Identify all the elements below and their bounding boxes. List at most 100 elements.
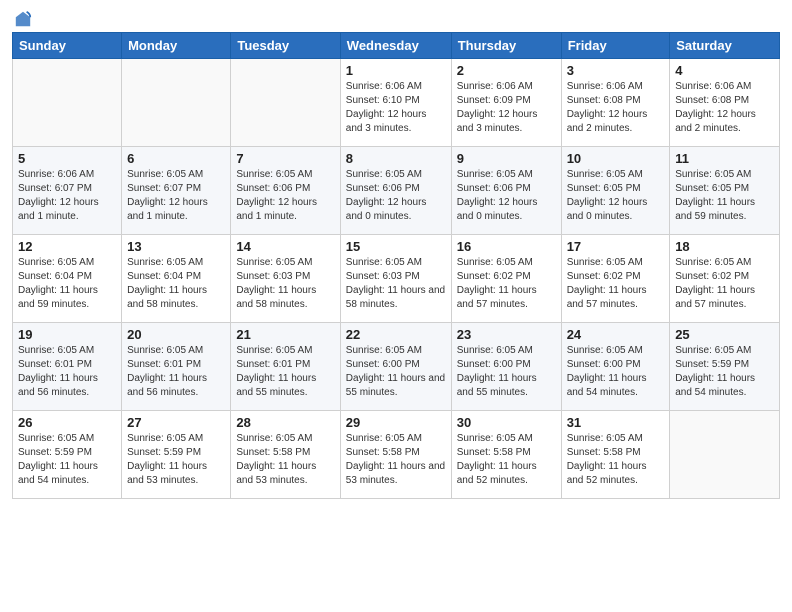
day-number: 28 — [236, 415, 334, 430]
day-info: Sunrise: 6:05 AM Sunset: 5:59 PM Dayligh… — [675, 344, 774, 400]
calendar-cell: 4 Sunrise: 6:06 AM Sunset: 6:08 PM Daylig… — [670, 59, 780, 147]
day-info: Sunrise: 6:05 AM Sunset: 6:06 PM Dayligh… — [346, 168, 446, 224]
logo-icon — [14, 10, 32, 28]
day-info: Sunrise: 6:05 AM Sunset: 6:01 PM Dayligh… — [127, 344, 225, 400]
calendar-cell: 3Sunrise: 6:06 AM Sunset: 6:08 PM Daylig… — [561, 59, 670, 147]
day-info: Sunrise: 6:05 AM Sunset: 6:03 PM Dayligh… — [346, 256, 446, 312]
day-info: Sunrise: 6:05 AM Sunset: 5:59 PM Dayligh… — [18, 432, 116, 488]
weekday-header-monday: Monday — [122, 33, 231, 59]
day-info: Sunrise: 6:05 AM Sunset: 6:00 PM Dayligh… — [346, 344, 446, 400]
day-info: Sunrise: 6:05 AM Sunset: 5:58 PM Dayligh… — [236, 432, 334, 488]
calendar-cell: 7 Sunrise: 6:05 AM Sunset: 6:06 PM Daylig… — [231, 147, 340, 235]
day-info: Sunrise: 6:05 AM Sunset: 6:02 PM Dayligh… — [567, 256, 665, 312]
day-info: Sunrise: 6:05 AM Sunset: 5:58 PM Dayligh… — [567, 432, 665, 488]
calendar-cell — [13, 59, 122, 147]
calendar-cell: 14 Sunrise: 6:05 AM Sunset: 6:03 PM Dayli… — [231, 235, 340, 323]
logo — [12, 10, 32, 24]
calendar-cell: 17Sunrise: 6:05 AM Sunset: 6:02 PM Dayli… — [561, 235, 670, 323]
week-row-1: 1Sunrise: 6:06 AM Sunset: 6:10 PM Daylig… — [13, 59, 780, 147]
calendar-cell: 23 Sunrise: 6:05 AM Sunset: 6:00 PM Dayli… — [451, 323, 561, 411]
calendar-cell: 25Sunrise: 6:05 AM Sunset: 5:59 PM Dayli… — [670, 323, 780, 411]
calendar-cell: 19 Sunrise: 6:05 AM Sunset: 6:01 PM Dayli… — [13, 323, 122, 411]
calendar-cell — [122, 59, 231, 147]
day-number: 8 — [346, 151, 446, 166]
calendar-cell: 9 Sunrise: 6:05 AM Sunset: 6:06 PM Daylig… — [451, 147, 561, 235]
day-info: Sunrise: 6:06 AM Sunset: 6:09 PM Dayligh… — [457, 80, 556, 136]
day-number: 22 — [346, 327, 446, 342]
day-info: Sunrise: 6:05 AM Sunset: 6:00 PM Dayligh… — [567, 344, 665, 400]
calendar-cell: 18 Sunrise: 6:05 AM Sunset: 6:02 PM Dayli… — [670, 235, 780, 323]
calendar-cell: 21 Sunrise: 6:05 AM Sunset: 6:01 PM Dayli… — [231, 323, 340, 411]
day-info: Sunrise: 6:05 AM Sunset: 6:05 PM Dayligh… — [675, 168, 774, 224]
week-row-5: 26 Sunrise: 6:05 AM Sunset: 5:59 PM Dayli… — [13, 411, 780, 499]
day-info: Sunrise: 6:05 AM Sunset: 6:01 PM Dayligh… — [236, 344, 334, 400]
day-number: 13 — [127, 239, 225, 254]
day-number: 24 — [567, 327, 665, 342]
day-info: Sunrise: 6:05 AM Sunset: 5:58 PM Dayligh… — [346, 432, 446, 488]
calendar-table: SundayMondayTuesdayWednesdayThursdayFrid… — [12, 32, 780, 499]
calendar-cell: 5 Sunrise: 6:06 AM Sunset: 6:07 PM Daylig… — [13, 147, 122, 235]
day-number: 14 — [236, 239, 334, 254]
weekday-header-thursday: Thursday — [451, 33, 561, 59]
day-info: Sunrise: 6:06 AM Sunset: 6:07 PM Dayligh… — [18, 168, 116, 224]
day-info: Sunrise: 6:05 AM Sunset: 6:02 PM Dayligh… — [675, 256, 774, 312]
day-info: Sunrise: 6:05 AM Sunset: 5:58 PM Dayligh… — [457, 432, 556, 488]
day-number: 3 — [567, 63, 665, 78]
calendar-cell: 22 Sunrise: 6:05 AM Sunset: 6:00 PM Dayli… — [340, 323, 451, 411]
day-info: Sunrise: 6:06 AM Sunset: 6:10 PM Dayligh… — [346, 80, 446, 136]
day-number: 29 — [346, 415, 446, 430]
calendar-cell: 27Sunrise: 6:05 AM Sunset: 5:59 PM Dayli… — [122, 411, 231, 499]
day-number: 12 — [18, 239, 116, 254]
calendar-cell: 13 Sunrise: 6:05 AM Sunset: 6:04 PM Dayli… — [122, 235, 231, 323]
day-number: 23 — [457, 327, 556, 342]
calendar-cell: 6 Sunrise: 6:05 AM Sunset: 6:07 PM Daylig… — [122, 147, 231, 235]
calendar-cell: 31 Sunrise: 6:05 AM Sunset: 5:58 PM Dayli… — [561, 411, 670, 499]
day-info: Sunrise: 6:05 AM Sunset: 6:00 PM Dayligh… — [457, 344, 556, 400]
day-number: 19 — [18, 327, 116, 342]
day-info: Sunrise: 6:05 AM Sunset: 6:06 PM Dayligh… — [236, 168, 334, 224]
day-info: Sunrise: 6:06 AM Sunset: 6:08 PM Dayligh… — [675, 80, 774, 136]
day-number: 31 — [567, 415, 665, 430]
calendar-cell: 10Sunrise: 6:05 AM Sunset: 6:05 PM Dayli… — [561, 147, 670, 235]
day-info: Sunrise: 6:05 AM Sunset: 6:07 PM Dayligh… — [127, 168, 225, 224]
calendar-cell: 29 Sunrise: 6:05 AM Sunset: 5:58 PM Dayli… — [340, 411, 451, 499]
day-number: 9 — [457, 151, 556, 166]
weekday-header-row: SundayMondayTuesdayWednesdayThursdayFrid… — [13, 33, 780, 59]
day-number: 26 — [18, 415, 116, 430]
week-row-2: 5 Sunrise: 6:06 AM Sunset: 6:07 PM Daylig… — [13, 147, 780, 235]
calendar-cell: 12 Sunrise: 6:05 AM Sunset: 6:04 PM Dayli… — [13, 235, 122, 323]
weekday-header-friday: Friday — [561, 33, 670, 59]
calendar-cell — [670, 411, 780, 499]
calendar-cell: 26 Sunrise: 6:05 AM Sunset: 5:59 PM Dayli… — [13, 411, 122, 499]
day-number: 18 — [675, 239, 774, 254]
calendar-cell: 1Sunrise: 6:06 AM Sunset: 6:10 PM Daylig… — [340, 59, 451, 147]
calendar-cell: 28 Sunrise: 6:05 AM Sunset: 5:58 PM Dayli… — [231, 411, 340, 499]
day-number: 27 — [127, 415, 225, 430]
day-info: Sunrise: 6:05 AM Sunset: 6:06 PM Dayligh… — [457, 168, 556, 224]
calendar-cell: 11 Sunrise: 6:05 AM Sunset: 6:05 PM Dayli… — [670, 147, 780, 235]
day-info: Sunrise: 6:05 AM Sunset: 6:01 PM Dayligh… — [18, 344, 116, 400]
day-number: 11 — [675, 151, 774, 166]
day-number: 15 — [346, 239, 446, 254]
calendar-cell: 15 Sunrise: 6:05 AM Sunset: 6:03 PM Dayli… — [340, 235, 451, 323]
calendar-cell: 24 Sunrise: 6:05 AM Sunset: 6:00 PM Dayli… — [561, 323, 670, 411]
day-number: 5 — [18, 151, 116, 166]
week-row-4: 19 Sunrise: 6:05 AM Sunset: 6:01 PM Dayli… — [13, 323, 780, 411]
week-row-3: 12 Sunrise: 6:05 AM Sunset: 6:04 PM Dayli… — [13, 235, 780, 323]
day-number: 6 — [127, 151, 225, 166]
weekday-header-tuesday: Tuesday — [231, 33, 340, 59]
day-number: 20 — [127, 327, 225, 342]
day-info: Sunrise: 6:05 AM Sunset: 6:05 PM Dayligh… — [567, 168, 665, 224]
day-number: 7 — [236, 151, 334, 166]
day-info: Sunrise: 6:05 AM Sunset: 6:04 PM Dayligh… — [18, 256, 116, 312]
calendar-cell: 20 Sunrise: 6:05 AM Sunset: 6:01 PM Dayli… — [122, 323, 231, 411]
day-number: 30 — [457, 415, 556, 430]
day-info: Sunrise: 6:05 AM Sunset: 6:03 PM Dayligh… — [236, 256, 334, 312]
day-number: 16 — [457, 239, 556, 254]
day-number: 4 — [675, 63, 774, 78]
day-number: 21 — [236, 327, 334, 342]
calendar-cell: 16 Sunrise: 6:05 AM Sunset: 6:02 PM Dayli… — [451, 235, 561, 323]
day-info: Sunrise: 6:05 AM Sunset: 6:04 PM Dayligh… — [127, 256, 225, 312]
day-info: Sunrise: 6:05 AM Sunset: 6:02 PM Dayligh… — [457, 256, 556, 312]
header — [12, 10, 780, 24]
